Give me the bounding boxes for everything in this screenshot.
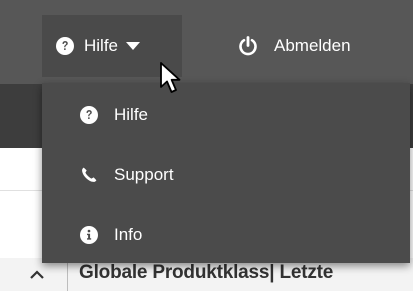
help-dropdown-menu: Hilfe Support Info [42, 83, 410, 263]
column-divider [67, 262, 68, 291]
menu-item-hilfe[interactable]: Hilfe [42, 85, 410, 145]
caret-down-icon [126, 41, 141, 50]
question-circle-icon [80, 106, 98, 124]
table-column-header[interactable]: Globale Produktklass| Letzte [79, 262, 333, 284]
logout-label: Abmelden [274, 36, 351, 55]
menu-item-info[interactable]: Info [42, 205, 410, 265]
menu-item-label: Hilfe [114, 105, 149, 124]
menu-item-support[interactable]: Support [42, 145, 410, 205]
logout-button[interactable]: Abmelden [238, 15, 351, 77]
menu-item-label: Support [114, 165, 174, 184]
menu-item-label: Info [114, 225, 143, 244]
info-circle-icon [80, 226, 98, 244]
sort-chevron-up-icon[interactable] [30, 270, 44, 279]
phone-icon [82, 167, 97, 182]
power-icon [239, 36, 257, 56]
question-circle-icon [56, 37, 74, 55]
help-menu-label: Hilfe [84, 36, 119, 55]
mouse-cursor-icon [160, 62, 181, 93]
